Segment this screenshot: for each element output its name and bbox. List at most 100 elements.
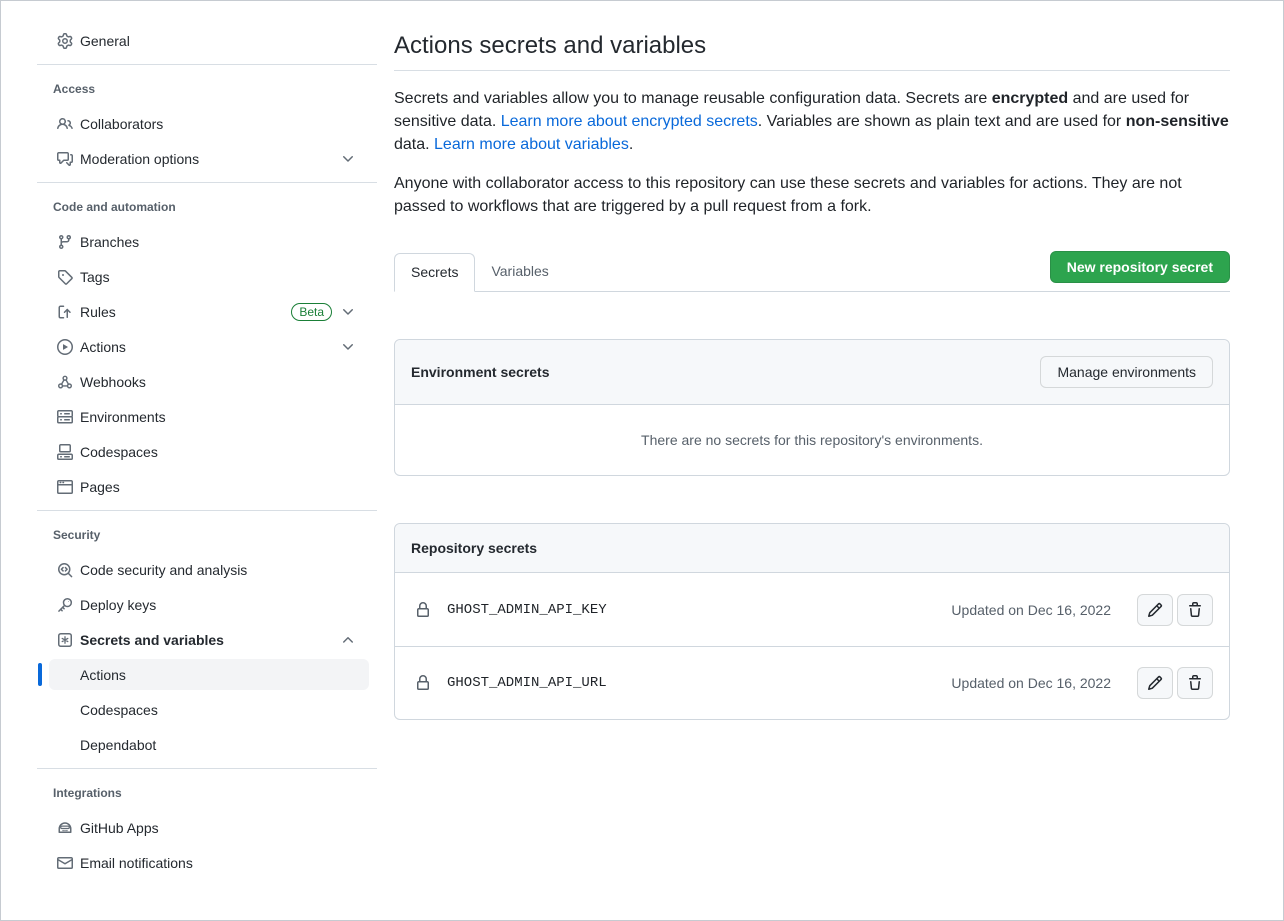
sidebar-item-label: Code security and analysis xyxy=(80,562,356,578)
tag-icon xyxy=(57,269,73,285)
repository-secrets-card: Repository secrets GHOST_ADMIN_API_KEY U… xyxy=(394,523,1230,720)
sidebar-item-label: GitHub Apps xyxy=(80,820,356,836)
webhook-icon xyxy=(57,374,73,390)
sidebar-item-label: Webhooks xyxy=(80,374,356,390)
environment-secrets-card: Environment secrets Manage environments … xyxy=(394,339,1230,476)
edit-secret-button[interactable] xyxy=(1137,667,1173,699)
browser-icon xyxy=(57,479,73,495)
sidebar-divider xyxy=(37,510,377,511)
sidebar-subitem-label: Dependabot xyxy=(80,737,156,753)
sidebar-subitem-label: Codespaces xyxy=(80,702,158,718)
sidebar-section-title-code-automation: Code and automation xyxy=(37,191,369,222)
manage-environments-button[interactable]: Manage environments xyxy=(1040,356,1213,388)
edit-secret-button[interactable] xyxy=(1137,594,1173,626)
sidebar-item-tags[interactable]: Tags xyxy=(37,261,369,292)
pencil-icon xyxy=(1147,675,1163,691)
sidebar-item-codespaces[interactable]: Codespaces xyxy=(37,436,369,467)
sidebar-divider xyxy=(37,64,377,65)
hubot-icon xyxy=(57,820,73,836)
settings-sidebar: General Access Collaborators Moderation … xyxy=(1,1,377,920)
sidebar-item-label: Moderation options xyxy=(80,151,332,167)
trash-icon xyxy=(1187,675,1203,691)
sidebar-item-collaborators[interactable]: Collaborators xyxy=(37,108,369,139)
key-asterisk-icon xyxy=(57,632,73,648)
chevron-down-icon xyxy=(340,151,356,167)
chevron-down-icon xyxy=(340,339,356,355)
gear-icon xyxy=(57,33,73,49)
repository-secrets-title: Repository secrets xyxy=(411,540,537,556)
sidebar-item-actions[interactable]: Actions xyxy=(37,331,369,362)
chevron-down-icon xyxy=(340,304,356,320)
sidebar-item-label: Pages xyxy=(80,479,356,495)
sidebar-item-email-notifications[interactable]: Email notifications xyxy=(37,847,369,878)
pencil-icon xyxy=(1147,602,1163,618)
sidebar-subitem-actions[interactable]: Actions xyxy=(49,659,369,690)
delete-secret-button[interactable] xyxy=(1177,594,1213,626)
delete-secret-button[interactable] xyxy=(1177,667,1213,699)
sidebar-item-github-apps[interactable]: GitHub Apps xyxy=(37,812,369,843)
sidebar-item-label: Tags xyxy=(80,269,356,285)
sidebar-item-label: Branches xyxy=(80,234,356,250)
sidebar-item-deploy-keys[interactable]: Deploy keys xyxy=(37,589,369,620)
chevron-up-icon xyxy=(340,632,356,648)
secret-updated: Updated on Dec 16, 2022 xyxy=(951,675,1111,691)
main-content: Actions secrets and variables Secrets an… xyxy=(377,1,1283,920)
mail-icon xyxy=(57,855,73,871)
key-icon xyxy=(57,597,73,613)
trash-icon xyxy=(1187,602,1203,618)
secret-updated: Updated on Dec 16, 2022 xyxy=(951,602,1111,618)
sidebar-divider xyxy=(37,182,377,183)
sidebar-item-pages[interactable]: Pages xyxy=(37,471,369,502)
environment-secrets-header: Environment secrets Manage environments xyxy=(395,340,1229,405)
sidebar-item-label: Environments xyxy=(80,409,356,425)
environment-secrets-title: Environment secrets xyxy=(411,364,550,380)
sidebar-item-rules[interactable]: Rules Beta xyxy=(37,296,369,327)
play-icon xyxy=(57,339,73,355)
sidebar-item-secrets-and-variables[interactable]: Secrets and variables xyxy=(37,624,369,655)
sidebar-item-branches[interactable]: Branches xyxy=(37,226,369,257)
repository-secrets-header: Repository secrets xyxy=(395,524,1229,573)
codespaces-icon xyxy=(57,444,73,460)
git-branch-icon xyxy=(57,234,73,250)
sidebar-item-label: Rules xyxy=(80,304,291,320)
sidebar-subitem-codespaces[interactable]: Codespaces xyxy=(49,694,369,725)
beta-badge: Beta xyxy=(291,303,332,321)
secret-name: GHOST_ADMIN_API_URL xyxy=(447,675,607,691)
page-title: Actions secrets and variables xyxy=(394,31,1230,61)
inline-link[interactable]: Learn more about variables xyxy=(434,136,629,153)
intro-paragraph: Secrets and variables allow you to manag… xyxy=(394,87,1230,156)
sidebar-divider xyxy=(37,768,377,769)
tab-variables[interactable]: Variables xyxy=(475,253,564,291)
sidebar-item-label: Deploy keys xyxy=(80,597,356,613)
secret-name: GHOST_ADMIN_API_KEY xyxy=(447,602,607,618)
sidebar-item-webhooks[interactable]: Webhooks xyxy=(37,366,369,397)
sidebar-section-title-integrations: Integrations xyxy=(37,777,369,808)
sidebar-item-general[interactable]: General xyxy=(37,25,369,56)
environment-secrets-empty-text: There are no secrets for this repository… xyxy=(395,405,1229,475)
tabs: Secrets Variables xyxy=(394,253,565,291)
sidebar-item-code-security[interactable]: Code security and analysis xyxy=(37,554,369,585)
people-icon xyxy=(57,116,73,132)
secrets-variables-tabnav: Secrets Variables New repository secret xyxy=(394,251,1230,292)
sidebar-section-title-access: Access xyxy=(37,73,369,104)
server-icon xyxy=(57,409,73,425)
secret-row: GHOST_ADMIN_API_URL Updated on Dec 16, 2… xyxy=(395,646,1229,719)
sidebar-item-label: Collaborators xyxy=(80,116,356,132)
inline-link[interactable]: Learn more about encrypted secrets xyxy=(501,113,758,130)
sidebar-item-label: Email notifications xyxy=(80,855,356,871)
collaborator-paragraph: Anyone with collaborator access to this … xyxy=(394,172,1230,218)
sidebar-subitem-dependabot[interactable]: Dependabot xyxy=(49,729,369,760)
tab-secrets[interactable]: Secrets xyxy=(394,253,475,292)
secret-row: GHOST_ADMIN_API_KEY Updated on Dec 16, 2… xyxy=(395,573,1229,646)
lock-icon xyxy=(415,675,431,691)
sidebar-item-environments[interactable]: Environments xyxy=(37,401,369,432)
sidebar-item-moderation-options[interactable]: Moderation options xyxy=(37,143,369,174)
sidebar-section-title-security: Security xyxy=(37,519,369,550)
lock-icon xyxy=(415,602,431,618)
sidebar-item-label: Secrets and variables xyxy=(80,632,332,648)
sidebar-item-label: Actions xyxy=(80,339,332,355)
new-repository-secret-button[interactable]: New repository secret xyxy=(1050,251,1230,283)
sidebar-item-label: General xyxy=(80,33,356,49)
codescan-icon xyxy=(57,562,73,578)
sidebar-subitem-label: Actions xyxy=(80,667,126,683)
